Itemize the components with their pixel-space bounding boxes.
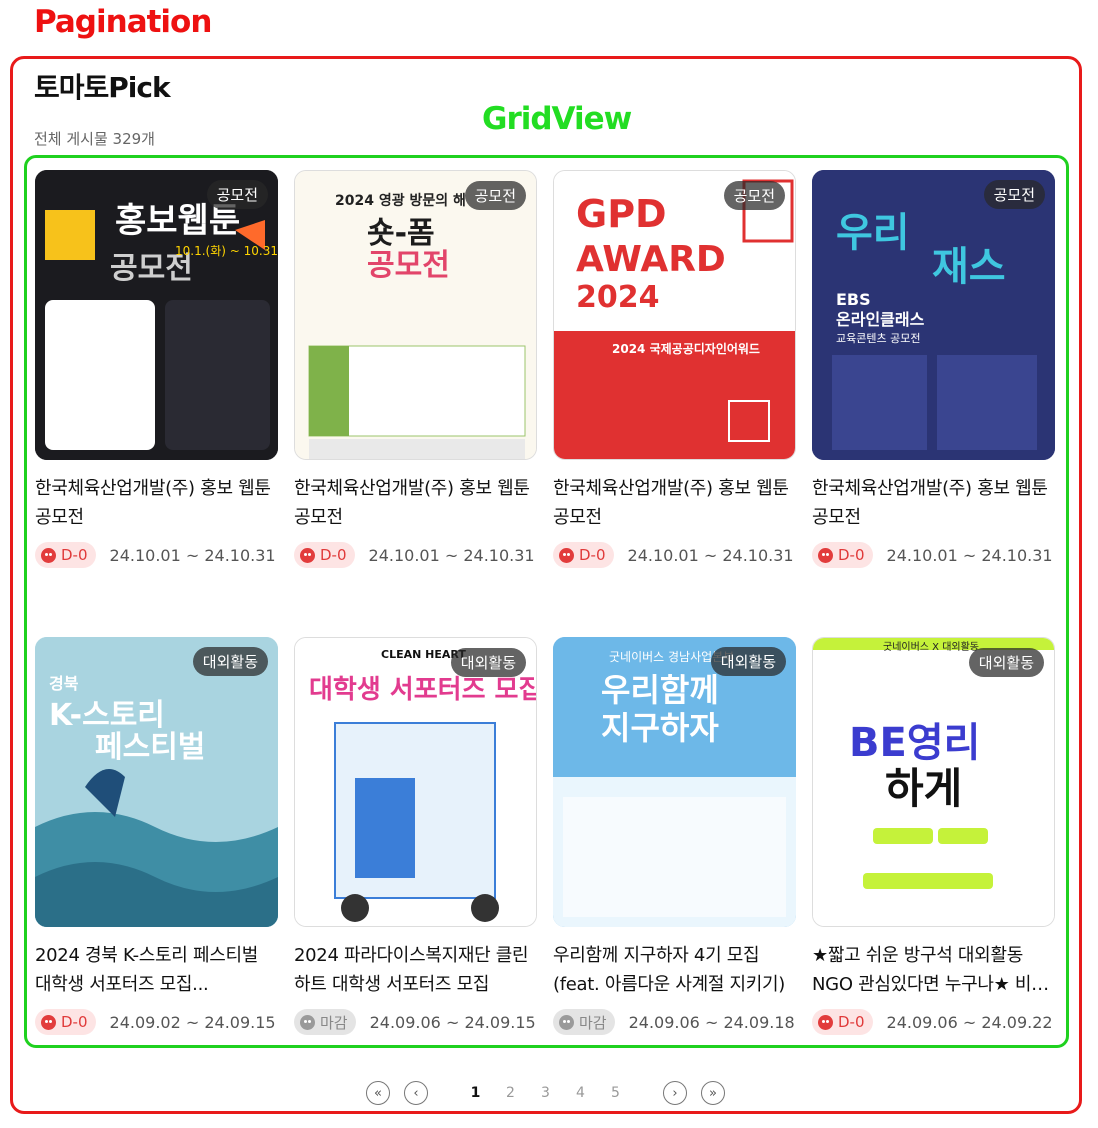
svg-text:BE영리: BE영리 xyxy=(849,720,980,766)
svg-text:K-스토리: K-스토리 xyxy=(49,698,165,733)
category-badge: 대외활동 xyxy=(968,648,1044,677)
dday-badge: D-0 xyxy=(35,1009,96,1035)
gridview-annotation-label: GridView xyxy=(482,101,632,137)
card-title[interactable]: 한국체육산업개발(주) 홍보 웹툰 공모전 xyxy=(812,474,1055,532)
page-number-3[interactable]: 3 xyxy=(528,1085,563,1101)
grid-card[interactable]: GPD AWARD 2024 2024 국제공공디자인어워드 공모전 한국체육산… xyxy=(553,170,796,568)
card-thumbnail[interactable]: 홍보웹툰 공모전 10.1.(화) ~ 10.31.(목) 공모전 xyxy=(35,170,278,460)
svg-text:하게: 하게 xyxy=(885,764,962,813)
pagination-annotation-label: Pagination xyxy=(34,4,212,40)
tomato-icon xyxy=(41,1014,56,1030)
grid-card[interactable]: 홍보웹툰 공모전 10.1.(화) ~ 10.31.(목) 공모전 한국체육산업… xyxy=(35,170,278,568)
dday-badge: 마감 xyxy=(553,1009,615,1035)
card-dates: 24.09.06 ~ 24.09.15 xyxy=(369,1012,536,1032)
category-badge: 공모전 xyxy=(723,181,785,210)
category-badge: 대외활동 xyxy=(192,647,268,676)
card-title[interactable]: 한국체육산업개발(주) 홍보 웹툰 공모전 xyxy=(35,474,278,532)
tomato-icon xyxy=(41,547,56,563)
grid-card[interactable]: 경북 K-스토리 페스티벌 대외활동 2024 경북 K-스토리 페스티벌 대학… xyxy=(35,637,278,1035)
card-dates: 24.10.01 ~ 24.10.31 xyxy=(886,545,1053,565)
tomato-icon xyxy=(300,547,315,563)
page-title: 토마토Pick xyxy=(34,71,171,104)
grid-card[interactable]: 우리 재스 EBS 온라인클래스 교육콘텐츠 공모전 공모전 한국체육산업개발(… xyxy=(812,170,1055,568)
dday-badge: D-0 xyxy=(812,1009,873,1035)
card-dates: 24.09.06 ~ 24.09.22 xyxy=(886,1012,1053,1032)
svg-text:2024 영광 방문의 해: 2024 영광 방문의 해 xyxy=(335,192,466,209)
svg-text:우리함께: 우리함께 xyxy=(601,671,719,709)
card-title[interactable]: 한국체육산업개발(주) 홍보 웹툰 공모전 xyxy=(553,474,796,532)
svg-text:숏-폼: 숏-폼 xyxy=(367,216,435,251)
svg-text:재스: 재스 xyxy=(932,244,1006,290)
card-title[interactable]: 한국체육산업개발(주) 홍보 웹툰 공모전 xyxy=(294,474,537,532)
page-number-5[interactable]: 5 xyxy=(598,1085,633,1101)
svg-text:공모전: 공모전 xyxy=(367,248,450,283)
category-badge: 대외활동 xyxy=(450,648,526,677)
card-dates: 24.10.01 ~ 24.10.31 xyxy=(109,545,276,565)
dday-badge: D-0 xyxy=(294,542,355,568)
page-number-1[interactable]: 1 xyxy=(458,1085,493,1101)
card-thumbnail[interactable]: 2024 영광 방문의 해 숏-폼 공모전 공모전 xyxy=(294,170,537,460)
category-badge: 공모전 xyxy=(206,180,268,209)
tomato-icon xyxy=(818,547,833,563)
card-thumbnail[interactable]: CLEAN HEART 대학생 서포터즈 모집 대외활동 xyxy=(294,637,537,927)
category-badge: 공모전 xyxy=(983,180,1045,209)
card-title[interactable]: 우리함께 지구하자 4기 모집 (feat. 아름다운 사계절 지키기) xyxy=(553,941,796,999)
svg-text:2024 국제공공디자인어워드: 2024 국제공공디자인어워드 xyxy=(612,341,760,356)
chevron-right-icon[interactable]: › xyxy=(663,1081,687,1105)
card-dates: 24.10.01 ~ 24.10.31 xyxy=(627,545,794,565)
dday-badge: 마감 xyxy=(294,1009,356,1035)
svg-text:2024: 2024 xyxy=(576,280,660,315)
svg-text:대학생 서포터즈 모집: 대학생 서포터즈 모집 xyxy=(309,675,537,705)
tomato-icon xyxy=(559,1014,574,1030)
grid-card[interactable]: 2024 영광 방문의 해 숏-폼 공모전 공모전 한국체육산업개발(주) 홍보… xyxy=(294,170,537,568)
svg-text:GPD: GPD xyxy=(576,192,667,236)
pagination: « ‹ 1 2 3 4 5 › » xyxy=(366,1078,739,1108)
category-badge: 공모전 xyxy=(464,181,526,210)
svg-text:지구하자: 지구하자 xyxy=(601,709,719,747)
grid-card[interactable]: CLEAN HEART 대학생 서포터즈 모집 대외활동 2024 파라다이스복… xyxy=(294,637,537,1035)
svg-text:교육콘텐츠 공모전: 교육콘텐츠 공모전 xyxy=(836,332,920,345)
card-dates: 24.09.02 ~ 24.09.15 xyxy=(109,1012,276,1032)
svg-text:EBS: EBS xyxy=(836,290,871,309)
card-thumbnail[interactable]: 경북 K-스토리 페스티벌 대외활동 xyxy=(35,637,278,927)
poster-sub-text: 10.1.(화) ~ 10.31.(목) xyxy=(175,244,278,258)
post-count: 전체 게시물 329개 xyxy=(34,130,155,148)
card-title[interactable]: 2024 파라다이스복지재단 클린하트 대학생 서포터즈 모집 xyxy=(294,941,537,999)
grid-card[interactable]: 굿네이버스 X 대외활동 BE영리 하게 대외활동 ★짧고 쉬운 방구석 대외활… xyxy=(812,637,1055,1035)
page-number-4[interactable]: 4 xyxy=(563,1085,598,1101)
svg-text:경북: 경북 xyxy=(49,674,79,693)
svg-text:AWARD: AWARD xyxy=(576,239,726,280)
svg-text:굿네이버스 X 대외활동: 굿네이버스 X 대외활동 xyxy=(883,640,979,653)
card-dates: 24.10.01 ~ 24.10.31 xyxy=(368,545,535,565)
dday-badge: D-0 xyxy=(553,542,614,568)
card-thumbnail[interactable]: 우리 재스 EBS 온라인클래스 교육콘텐츠 공모전 공모전 xyxy=(812,170,1055,460)
tomato-icon xyxy=(559,547,574,563)
svg-text:우리: 우리 xyxy=(836,210,910,256)
dday-badge: D-0 xyxy=(35,542,96,568)
chevron-left-icon[interactable]: ‹ xyxy=(404,1081,428,1105)
page-number-2[interactable]: 2 xyxy=(493,1085,528,1101)
card-thumbnail[interactable]: 굿네이버스 경남사업본부 우리함께 지구하자 대외활동 xyxy=(553,637,796,927)
svg-text:온라인클래스: 온라인클래스 xyxy=(836,310,925,329)
tomato-icon xyxy=(300,1014,315,1030)
category-badge: 대외활동 xyxy=(710,647,786,676)
card-thumbnail[interactable]: GPD AWARD 2024 2024 국제공공디자인어워드 공모전 xyxy=(553,170,796,460)
grid-card[interactable]: 굿네이버스 경남사업본부 우리함께 지구하자 대외활동 우리함께 지구하자 4기… xyxy=(553,637,796,1035)
card-dates: 24.09.06 ~ 24.09.18 xyxy=(628,1012,795,1032)
double-chevron-right-icon[interactable]: » xyxy=(701,1081,725,1105)
double-chevron-left-icon[interactable]: « xyxy=(366,1081,390,1105)
svg-text:페스티벌: 페스티벌 xyxy=(95,730,205,765)
dday-badge: D-0 xyxy=(812,542,873,568)
card-title[interactable]: ★짧고 쉬운 방구석 대외활동 NGO 관심있다면 누구나★ 비영리 쉽고 짧고… xyxy=(812,941,1055,999)
card-title[interactable]: 2024 경북 K-스토리 페스티벌 대학생 서포터즈 모집... xyxy=(35,941,278,999)
tomato-icon xyxy=(818,1014,833,1030)
card-thumbnail[interactable]: 굿네이버스 X 대외활동 BE영리 하게 대외활동 xyxy=(812,637,1055,927)
